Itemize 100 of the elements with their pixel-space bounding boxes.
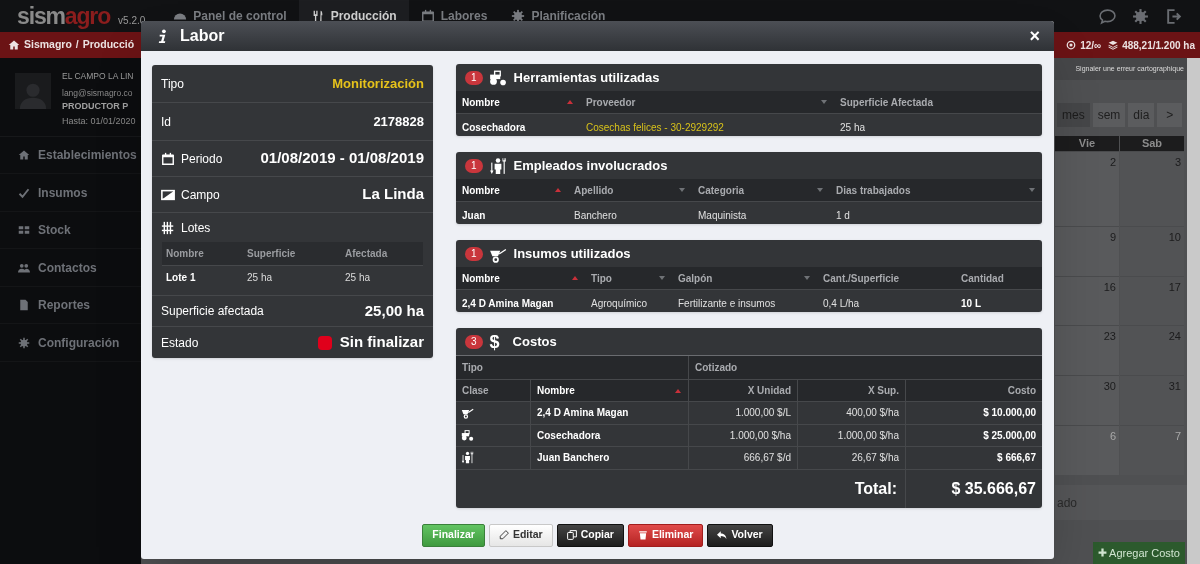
user-expiry: Hasta: 01/01/2020: [62, 115, 136, 127]
table-cell: Agroquímico: [591, 298, 648, 309]
breadcrumb-link[interactable]: Sismagro: [24, 37, 72, 53]
field-label: Superficie afectada: [161, 303, 264, 320]
user-role: PRODUCTOR P: [62, 101, 130, 113]
column-header: Dias trabajados: [836, 183, 911, 198]
field-label: Lotes: [181, 219, 211, 237]
table-cell: 0,4 L/ha: [823, 298, 860, 309]
column-header: Nombre: [165, 247, 205, 261]
table-cell-text: $ 25.000,00: [983, 428, 1036, 443]
table-cell: Cosechadora: [462, 122, 526, 133]
day-cell: 9: [1055, 225, 1119, 276]
logo: sismagro: [17, 4, 111, 28]
day-cell: 2: [1055, 150, 1119, 226]
day-cell: 23: [1055, 325, 1119, 376]
modal-title: Labor: [180, 26, 225, 46]
action-button[interactable]: Eliminar: [627, 523, 704, 547]
wheelbarrow-icon: [461, 406, 474, 420]
field-label: Campo: [181, 186, 220, 204]
logout-icon: [1165, 7, 1182, 25]
column-header: Galpón: [678, 271, 713, 286]
table-cell: Fertilizante e insumos: [678, 298, 776, 309]
action-button[interactable]: Editar: [488, 523, 553, 547]
table-cell: 25 ha: [840, 122, 866, 133]
column-header: Cantidad: [961, 271, 1004, 286]
breadcrumb-link[interactable]: Producció: [82, 37, 135, 53]
column-header: Nombre: [462, 271, 500, 286]
chat-icon: [1099, 7, 1116, 25]
column-group-header: Cotizado: [695, 361, 738, 375]
breadcrumb-separator: /: [75, 37, 79, 53]
column-header: Nombre: [462, 95, 500, 110]
view-button[interactable]: sem: [1092, 102, 1126, 127]
close-button[interactable]: ×: [1029, 27, 1040, 45]
add-cost-button[interactable]: Agregar Costo: [1093, 542, 1185, 564]
table-cell-text: 400,00 $/ha: [846, 406, 899, 421]
day-cell: 30: [1055, 375, 1119, 426]
column-header: Cant./Superficie: [823, 271, 900, 286]
action-button[interactable]: Volver: [707, 523, 773, 547]
table-cell-text: 26,67 $/ha: [851, 451, 899, 466]
day-cell: 6: [1055, 425, 1119, 476]
calendar-icon: [161, 151, 175, 166]
settings-button[interactable]: [1132, 7, 1149, 25]
day-header: Sab: [1120, 135, 1184, 151]
count-badge: 1: [465, 158, 483, 173]
action-button[interactable]: Finalizar: [422, 523, 485, 547]
panel-title: Herramientas utilizadas: [513, 68, 660, 87]
table-cell: 1 d: [836, 210, 850, 221]
view-button[interactable]: dia: [1128, 102, 1155, 127]
table-cell-text: $ 10.000,00: [983, 406, 1036, 421]
counter-text: 488,21/1.200 ha: [1122, 38, 1195, 53]
table-cell: Maquinista: [698, 210, 747, 221]
field-value: Monitorización: [332, 74, 424, 93]
farmer-icon: [461, 451, 474, 465]
lots-icon: [161, 220, 175, 235]
user-name: EL CAMPO LA LIN: [62, 71, 135, 82]
field-label: Id: [161, 113, 171, 131]
column-group-header: Tipo: [462, 361, 483, 375]
logout-button[interactable]: [1165, 7, 1182, 25]
column-header: Costo: [1007, 384, 1036, 398]
supplier-link[interactable]: Cosechas felices - 30-2929292: [586, 122, 724, 133]
count-badge: 3: [465, 334, 483, 349]
field-value: 25,00 ha: [364, 300, 424, 321]
column-header: X Sup.: [867, 384, 899, 398]
tractor-icon: [487, 68, 508, 87]
table-cell-text: Lote 1: [165, 271, 197, 285]
field-label: Periodo: [181, 150, 223, 168]
grid-icon: [18, 224, 30, 236]
table-cell: 2,4 D Amina Magan: [462, 298, 554, 309]
next-button[interactable]: >: [1157, 102, 1183, 127]
table-cell-text: Cosechadora: [537, 428, 601, 443]
column-header: Superficie: [246, 247, 297, 261]
trash-icon: [637, 530, 648, 540]
field-label: Estado: [161, 334, 199, 352]
action-button[interactable]: Copiar: [556, 523, 624, 547]
column-header: Proveedor: [586, 95, 636, 110]
column-header: Apellido: [574, 183, 614, 198]
column-header: Categoria: [698, 183, 745, 198]
reply-arrow-icon: [717, 530, 728, 540]
chat-button[interactable]: [1099, 7, 1116, 25]
total-value: $ 35.666,67: [951, 478, 1036, 499]
field-label: Tipo: [161, 75, 184, 93]
field-value: Sin finalizar: [339, 332, 424, 353]
table-cell-text: 1.000,00 $/ha: [837, 428, 899, 443]
target-icon: [1066, 40, 1077, 50]
count-badge: 1: [465, 70, 483, 85]
table-cell-text: Juan Banchero: [537, 451, 610, 466]
table-cell-text: 1.000,00 $/ha: [729, 428, 791, 443]
layers-icon: [1108, 40, 1119, 50]
users-icon: [18, 261, 30, 274]
table-cell-text: 25 ha: [344, 271, 372, 285]
home-icon: [8, 39, 20, 51]
total-label: Total:: [854, 478, 897, 499]
gear-icon: [18, 336, 30, 349]
scrollbar[interactable]: [1187, 58, 1200, 564]
table-cell: Juan: [462, 210, 486, 221]
panel-title: Costos: [512, 332, 557, 351]
field-icon: [161, 187, 175, 202]
count-badge: 1: [465, 246, 483, 261]
plus-icon: [1098, 548, 1108, 558]
table-cell-text: 25 ha: [246, 271, 274, 285]
